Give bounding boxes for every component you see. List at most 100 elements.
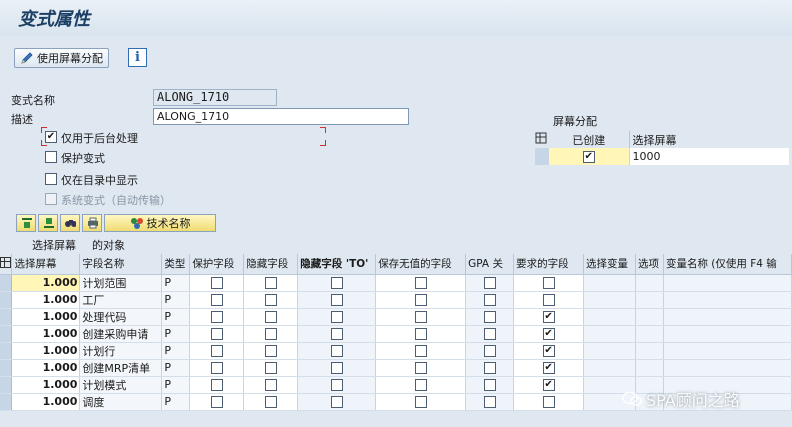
option-cell[interactable] <box>635 342 664 360</box>
required-checkbox[interactable]: ✔ <box>542 362 555 374</box>
protect-checkbox[interactable] <box>210 379 223 391</box>
row-selector[interactable] <box>0 376 13 394</box>
selection-variable-cell[interactable] <box>583 291 636 309</box>
gpa-checkbox[interactable] <box>483 311 496 323</box>
col-header[interactable]: 隐藏字段 'TO' <box>297 254 377 275</box>
required-checkbox[interactable] <box>542 396 555 408</box>
row-selector[interactable] <box>0 393 13 411</box>
variable-name-cell[interactable] <box>663 291 792 309</box>
hide-checkbox[interactable] <box>264 294 277 306</box>
protect-checkbox[interactable] <box>210 396 223 408</box>
col-header[interactable]: 选择屏幕 <box>11 254 81 275</box>
required-checkbox[interactable] <box>542 277 555 289</box>
option-cell[interactable] <box>635 291 664 309</box>
hide-checkbox[interactable] <box>264 396 277 408</box>
table-row[interactable]: 1.000 创建采购申请 P ✔ <box>0 325 792 343</box>
info-button[interactable]: i <box>128 48 147 67</box>
required-checkbox[interactable]: ✔ <box>542 379 555 391</box>
save-empty-checkbox[interactable] <box>414 294 427 306</box>
selection-variable-cell[interactable] <box>583 308 636 326</box>
save-empty-checkbox[interactable] <box>414 379 427 391</box>
gpa-checkbox[interactable] <box>483 345 496 357</box>
col-header[interactable]: 保存无值的字段 <box>375 254 467 275</box>
col-header[interactable]: 选择变量 <box>583 254 636 275</box>
variable-name-cell[interactable] <box>663 359 792 377</box>
row-selector[interactable] <box>0 342 13 360</box>
col-header[interactable]: 类型 <box>161 254 191 275</box>
hide-to-checkbox[interactable] <box>330 311 343 323</box>
hide-checkbox[interactable] <box>264 379 277 391</box>
col-header[interactable]: 要求的字段 <box>513 254 585 275</box>
tech-name-button[interactable]: 技术名称 <box>104 214 216 232</box>
protect-checkbox[interactable] <box>210 277 223 289</box>
save-empty-checkbox[interactable] <box>414 362 427 374</box>
save-empty-checkbox[interactable] <box>414 311 427 323</box>
option-cell[interactable] <box>635 308 664 326</box>
gpa-checkbox[interactable] <box>483 294 496 306</box>
save-empty-checkbox[interactable] <box>414 345 427 357</box>
required-checkbox[interactable]: ✔ <box>542 345 555 357</box>
hide-checkbox[interactable] <box>264 277 277 289</box>
table-row[interactable]: 1.000 计划行 P ✔ <box>0 342 792 360</box>
table-settings-icon[interactable] <box>0 254 13 275</box>
col-header[interactable]: 变量名称 (仅使用 F4 输 <box>663 254 792 275</box>
row-selector[interactable] <box>0 291 13 309</box>
row-selector[interactable] <box>0 359 13 377</box>
filter-button[interactable] <box>38 214 58 232</box>
save-empty-checkbox[interactable] <box>414 396 427 408</box>
required-checkbox[interactable] <box>542 294 555 306</box>
protect-checkbox[interactable] <box>210 345 223 357</box>
required-checkbox[interactable]: ✔ <box>542 328 555 340</box>
row-selector[interactable] <box>0 274 13 292</box>
hide-to-checkbox[interactable] <box>330 294 343 306</box>
row-selector[interactable] <box>535 148 549 165</box>
gpa-checkbox[interactable] <box>483 328 496 340</box>
protect-checkbox[interactable] <box>210 311 223 323</box>
align-top-button[interactable] <box>16 214 36 232</box>
hide-to-checkbox[interactable] <box>330 379 343 391</box>
selection-variable-cell[interactable] <box>583 359 636 377</box>
table-row[interactable]: 1.000 计划范围 P <box>0 274 792 292</box>
hide-to-checkbox[interactable] <box>330 328 343 340</box>
hide-checkbox[interactable] <box>264 311 277 323</box>
row-selector[interactable] <box>0 308 13 326</box>
hide-to-checkbox[interactable] <box>330 277 343 289</box>
required-checkbox[interactable]: ✔ <box>542 311 555 323</box>
gpa-checkbox[interactable] <box>483 396 496 408</box>
hide-to-checkbox[interactable] <box>330 345 343 357</box>
gpa-checkbox[interactable] <box>483 379 496 391</box>
option-cell[interactable] <box>635 325 664 343</box>
gpa-checkbox[interactable] <box>483 277 496 289</box>
table-row[interactable]: 1.000 工厂 P <box>0 291 792 309</box>
table-settings-icon[interactable] <box>535 131 549 148</box>
hide-checkbox[interactable] <box>264 362 277 374</box>
selection-variable-cell[interactable] <box>583 325 636 343</box>
gpa-checkbox[interactable] <box>483 362 496 374</box>
variable-name-cell[interactable] <box>663 274 792 292</box>
table-row[interactable]: 1.000 创建MRP清单 P ✔ <box>0 359 792 377</box>
hide-checkbox[interactable] <box>264 328 277 340</box>
checkbox-catalog-only[interactable] <box>45 173 57 185</box>
hide-checkbox[interactable] <box>264 345 277 357</box>
selection-variable-cell[interactable] <box>583 274 636 292</box>
save-empty-checkbox[interactable] <box>414 277 427 289</box>
option-cell[interactable] <box>635 359 664 377</box>
checkbox-background-only[interactable]: ✔ <box>45 131 57 143</box>
col-header[interactable]: 隐藏字段 <box>243 254 299 275</box>
variable-name-cell[interactable] <box>663 308 792 326</box>
checkbox-protect-variant[interactable] <box>45 151 57 163</box>
print-button[interactable] <box>82 214 102 232</box>
col-header[interactable]: 字段名称 <box>79 254 163 275</box>
table-row[interactable]: 1.000 处理代码 P ✔ <box>0 308 792 326</box>
hide-to-checkbox[interactable] <box>330 362 343 374</box>
assign-screen-button[interactable]: 使用屏幕分配 <box>14 48 109 68</box>
hide-to-checkbox[interactable] <box>330 396 343 408</box>
protect-checkbox[interactable] <box>210 294 223 306</box>
row-selector[interactable] <box>0 325 13 343</box>
col-header[interactable]: GPA 关 <box>465 254 515 275</box>
variable-name-cell[interactable] <box>663 342 792 360</box>
option-cell[interactable] <box>635 274 664 292</box>
selection-variable-cell[interactable] <box>583 342 636 360</box>
col-header[interactable]: 选项 <box>635 254 664 275</box>
col-header[interactable]: 保护字段 <box>189 254 245 275</box>
